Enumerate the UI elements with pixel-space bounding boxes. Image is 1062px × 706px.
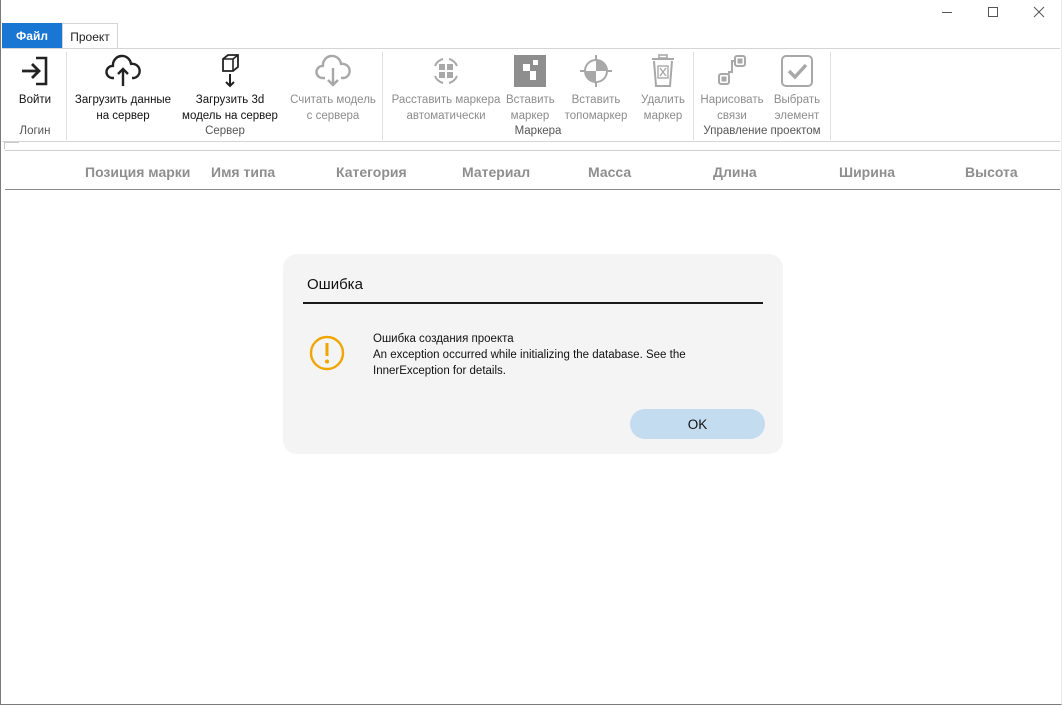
dialog-title-divider <box>303 302 763 304</box>
upload-model-label-2: модель на сервер <box>182 110 278 122</box>
read-model-button[interactable]: Считать модель с сервера <box>286 53 380 124</box>
dialog-message-detail: An exception occurred while initializing… <box>373 349 686 377</box>
column-header-material[interactable]: Материал <box>462 164 530 180</box>
links-icon <box>698 53 766 89</box>
column-header-mass[interactable]: Масса <box>588 164 631 180</box>
column-header-mark-position[interactable]: Позиция марки <box>85 164 190 180</box>
group-login-label: Логин <box>19 125 51 137</box>
draw-links-button[interactable]: Нарисовать связи <box>698 53 766 124</box>
sign-in-icon <box>10 53 60 89</box>
insert-topomarker-label-1: Вставить <box>571 94 621 106</box>
group-separator <box>66 52 67 140</box>
login-label: Войти <box>18 94 52 106</box>
group-separator <box>830 52 831 140</box>
upload-data-button[interactable]: Загрузить данные на сервер <box>70 53 176 124</box>
window-controls <box>924 0 1062 24</box>
select-element-button[interactable]: Выбрать элемент <box>770 53 824 124</box>
error-dialog: Ошибка Ошибка создания проекта An except… <box>283 254 783 454</box>
upload-model-button[interactable]: Загрузить 3d модель на сервер <box>178 53 282 124</box>
insert-marker-label-2: маркер <box>510 110 550 122</box>
ribbon-corner <box>4 142 19 149</box>
group-separator <box>693 52 694 140</box>
select-element-label-1: Выбрать <box>773 94 821 106</box>
dialog-title: Ошибка <box>307 276 363 293</box>
ribbon-tabs: Файл Проект <box>2 23 118 49</box>
draw-links-label-1: Нарисовать <box>700 94 764 106</box>
table-header: Позиция марки Имя типа Категория Материа… <box>5 150 1060 190</box>
group-markers-label: Маркера <box>514 125 562 137</box>
auto-markers-label-1: Расставить маркера <box>391 94 501 106</box>
cloud-upload-icon <box>70 53 176 89</box>
warning-icon <box>309 335 345 376</box>
ribbon: Войти Логин Загрузить данные на сервер З… <box>2 48 1060 142</box>
checkmark-icon <box>770 53 824 89</box>
group-separator <box>382 52 383 140</box>
insert-topomarker-button[interactable]: Вставить топомаркер <box>560 53 632 124</box>
upload-data-label-1: Загрузить данные <box>74 94 172 106</box>
cube-download-icon <box>178 53 282 89</box>
maximize-button[interactable] <box>970 0 1016 24</box>
dialog-message: Ошибка создания проекта An exception occ… <box>373 331 733 379</box>
delete-marker-button[interactable]: Удалить маркер <box>638 53 688 124</box>
group-server-label: Сервер <box>205 125 245 137</box>
trash-icon <box>638 53 688 89</box>
draw-links-label-2: связи <box>717 110 747 122</box>
auto-markers-button[interactable]: Расставить маркера автоматически <box>388 53 504 124</box>
read-model-label-1: Считать модель <box>290 94 376 106</box>
upload-model-label-1: Загрузить 3d <box>195 94 265 106</box>
dialog-message-heading: Ошибка создания проекта <box>373 333 514 345</box>
insert-marker-button[interactable]: Вставить маркер <box>506 53 555 124</box>
cloud-download-icon <box>286 53 380 89</box>
group-project-label: Управление проектом <box>703 125 821 137</box>
tab-file[interactable]: Файл <box>2 23 62 48</box>
topomarker-icon <box>560 53 632 89</box>
insert-topomarker-label-2: топомаркер <box>564 110 628 122</box>
auto-markers-icon <box>388 53 504 89</box>
column-header-height[interactable]: Высота <box>965 164 1018 180</box>
ok-button[interactable]: OK <box>630 409 765 439</box>
column-header-category[interactable]: Категория <box>336 164 407 180</box>
upload-data-label-2: на сервер <box>96 110 150 122</box>
minimize-button[interactable] <box>924 0 970 24</box>
close-icon <box>1033 6 1045 18</box>
delete-marker-label-1: Удалить <box>641 94 685 106</box>
maximize-icon <box>988 7 998 17</box>
tab-project[interactable]: Проект <box>62 23 118 49</box>
minimize-icon <box>942 12 952 13</box>
select-element-label-2: элемент <box>774 110 820 122</box>
auto-markers-label-2: автоматически <box>406 110 486 122</box>
column-header-width[interactable]: Ширина <box>839 164 895 180</box>
login-button[interactable]: Войти <box>10 53 60 108</box>
delete-marker-label-2: маркер <box>643 110 683 122</box>
insert-marker-label-1: Вставить <box>506 94 555 106</box>
close-button[interactable] <box>1016 0 1062 24</box>
column-header-type-name[interactable]: Имя типа <box>211 164 275 180</box>
marker-icon <box>506 53 554 89</box>
column-header-length[interactable]: Длина <box>713 164 757 180</box>
read-model-label-2: с сервера <box>306 110 360 122</box>
